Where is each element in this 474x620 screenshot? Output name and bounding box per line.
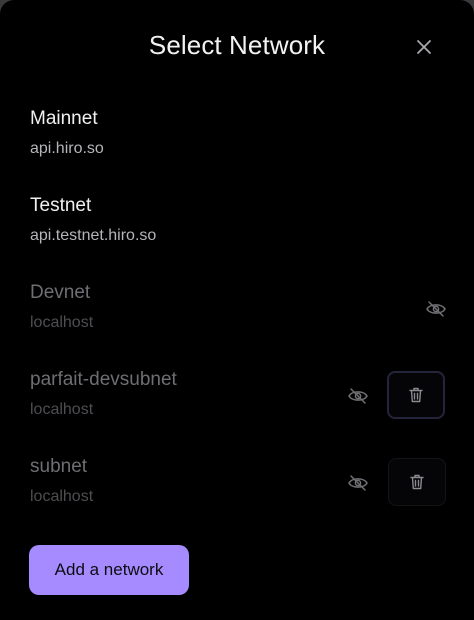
toggle-visibility-button[interactable] — [345, 383, 371, 409]
network-url: localhost — [30, 401, 94, 418]
toggle-visibility-button[interactable] — [345, 470, 371, 496]
close-icon — [417, 40, 431, 54]
network-name: subnet — [30, 456, 88, 477]
network-item-testnet[interactable]: Testnet api.testnet.hiro.so — [0, 195, 474, 275]
network-item-subnet[interactable]: subnet localhost — [0, 456, 474, 536]
eye-slash-icon — [348, 475, 368, 491]
network-url: api.testnet.hiro.so — [30, 227, 157, 244]
network-url: api.hiro.so — [30, 140, 104, 157]
eye-slash-icon — [348, 388, 368, 404]
modal-title: Select Network — [148, 30, 326, 60]
network-name: Devnet — [30, 282, 91, 303]
select-network-modal: Select Network Mainnet api.hiro.so Testn… — [0, 0, 474, 620]
network-name: Mainnet — [30, 108, 98, 129]
network-item-parfait-devsubnet[interactable]: parfait-devsubnet localhost — [0, 369, 474, 449]
trash-icon — [409, 387, 423, 403]
add-network-button[interactable]: Add a network — [29, 545, 189, 595]
trash-icon — [410, 474, 424, 490]
eye-slash-icon — [426, 301, 446, 317]
toggle-visibility-button[interactable] — [423, 296, 449, 322]
network-url: localhost — [30, 488, 94, 505]
delete-network-button[interactable] — [388, 458, 446, 506]
network-item-mainnet[interactable]: Mainnet api.hiro.so — [0, 108, 474, 188]
network-url: localhost — [30, 314, 94, 331]
close-button[interactable] — [413, 36, 435, 58]
network-name: Testnet — [30, 195, 92, 216]
delete-network-button[interactable] — [387, 371, 445, 419]
network-name: parfait-devsubnet — [30, 369, 177, 390]
network-item-devnet[interactable]: Devnet localhost — [0, 282, 474, 362]
